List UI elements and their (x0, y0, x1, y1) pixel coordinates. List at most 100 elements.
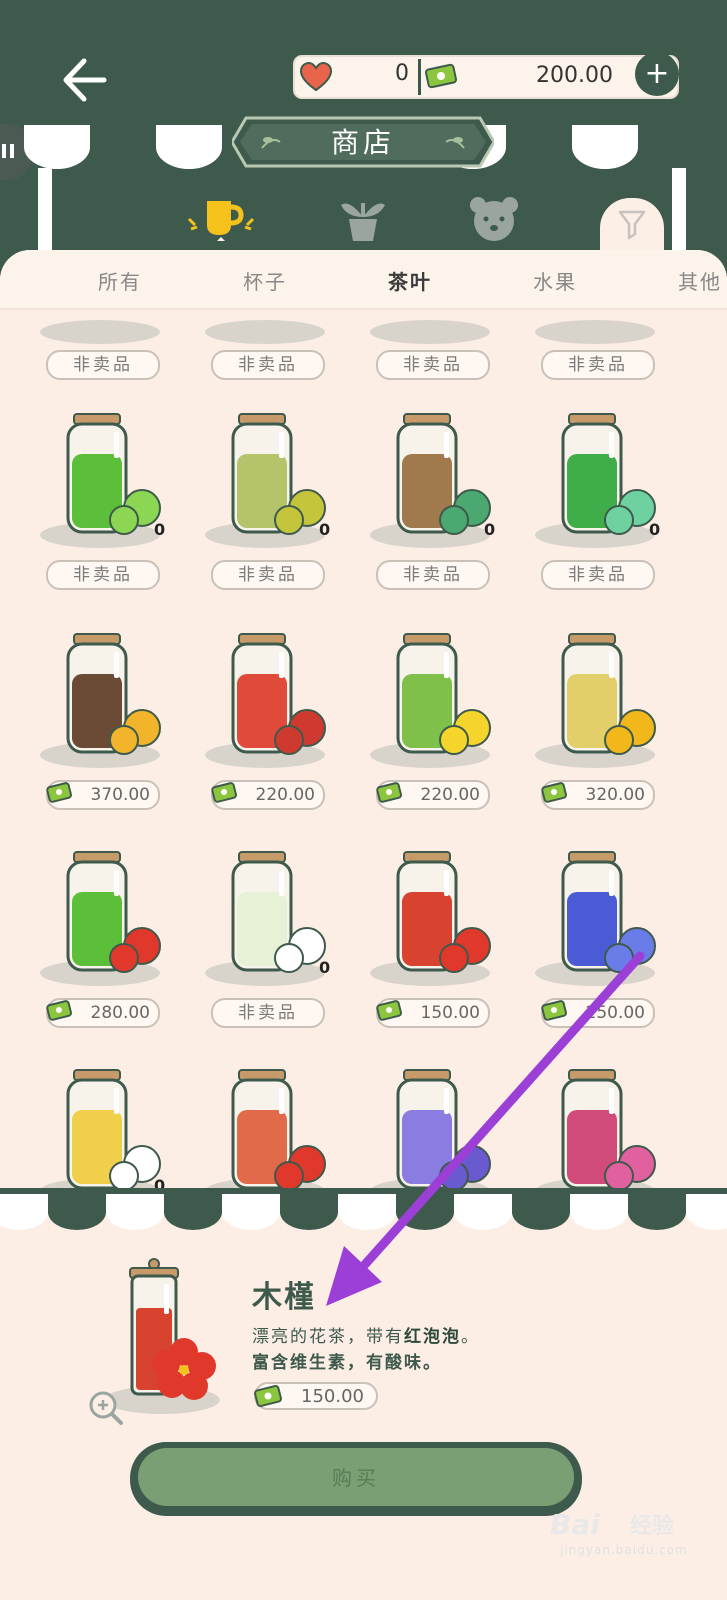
bottom-awning (0, 1188, 727, 1230)
watermark-text: 经验 (630, 1514, 675, 1539)
lemongrass-jar-jar-icon (561, 413, 656, 535)
bear-icon (470, 197, 518, 241)
tab-tea-leaves[interactable]: 茶叶 (388, 266, 432, 295)
price-text: 320.00 (585, 785, 645, 805)
hibiscus-jar-icon (396, 851, 491, 973)
not-for-sale-label: 非卖品 (46, 350, 160, 380)
money-icon (376, 782, 402, 803)
price-text: 150.00 (420, 1003, 480, 1023)
price-tag: 220.00 (211, 780, 325, 810)
buy-button[interactable]: 购买 (138, 1448, 574, 1506)
item-card-butterfly-pea[interactable]: 250.00 (535, 848, 695, 1058)
lemon-jar-icon (396, 633, 491, 755)
money-icon (254, 1384, 282, 1408)
owned-count: 0 (484, 520, 496, 539)
price-tag: 150.00 (376, 998, 490, 1028)
item-card-black-tea[interactable]: 370.00 (40, 630, 200, 840)
not-for-sale-label: 非卖品 (211, 350, 325, 380)
item-card-rose[interactable] (205, 1066, 365, 1190)
not-for-sale-label: 非卖品 (211, 560, 325, 590)
money-icon (46, 1000, 72, 1021)
money-icon (425, 63, 458, 89)
item-card-chamomile[interactable]: 0 (40, 1066, 200, 1190)
owned-count: 0 (154, 520, 166, 539)
zoom-button[interactable] (86, 1388, 126, 1428)
price-tag: 220.00 (376, 780, 490, 810)
money-icon (46, 782, 72, 803)
price-text: 非卖品 (73, 565, 133, 585)
filter-icon (618, 210, 646, 240)
item-card-lemon-balm[interactable]: 0 非卖品 (205, 410, 365, 620)
magnifier-icon (89, 1391, 123, 1425)
tab-cups[interactable]: 杯子 (243, 266, 287, 295)
price-text: 280.00 (90, 1003, 150, 1023)
category-toys[interactable] (466, 195, 522, 245)
item-card-strawberry[interactable]: 220.00 (205, 630, 365, 840)
price-text: 250.00 (585, 1003, 645, 1023)
price-text: 非卖品 (568, 565, 628, 585)
price-text: 220.00 (255, 785, 315, 805)
back-button[interactable] (60, 55, 108, 105)
price-tag: 280.00 (46, 998, 160, 1028)
osmanthus-jar-icon (561, 633, 656, 755)
currency-bar: 0 200.00 + (290, 52, 682, 102)
item-card-rose-pink[interactable] (535, 1066, 695, 1190)
category-plants[interactable] (335, 195, 391, 245)
item-description-line1: 漂亮的花茶，带有红泡泡。 (252, 1327, 480, 1347)
not-for-sale-label: 非卖品 (376, 560, 490, 590)
watermark-logo: Bai (550, 1508, 600, 1541)
tab-all[interactable]: 所有 (98, 266, 142, 295)
price-tag: 250.00 (541, 998, 655, 1028)
not-for-sale-label: 非卖品 (376, 350, 490, 380)
item-card-osmanthus[interactable]: 320.00 (535, 630, 695, 840)
item-card-mint[interactable]: 0 非卖品 (40, 410, 200, 620)
item-card-lavender[interactable] (370, 1066, 530, 1190)
awning-post-left (38, 168, 52, 258)
item-card-jasmine[interactable]: 0 非卖品 (205, 848, 365, 1058)
owned-count: 0 (649, 520, 661, 539)
item-card-lemongrass-jar[interactable]: 0 非卖品 (535, 410, 695, 620)
chamomile-jar-icon (66, 1069, 161, 1190)
tab-other[interactable]: 其他 (678, 266, 727, 295)
heart-icon (299, 61, 333, 92)
jar-shadow (40, 320, 160, 344)
money-icon (376, 1000, 402, 1021)
item-card-hibiscus[interactable]: 150.00 (370, 848, 530, 1058)
item-card-apple[interactable]: 280.00 (40, 848, 200, 1058)
price-text: 非卖品 (403, 565, 463, 585)
money-value: 200.00 (536, 63, 613, 88)
item-price: 150.00 (254, 1382, 378, 1410)
item-card-lemon[interactable]: 220.00 (370, 630, 530, 840)
item-grid: 0 非卖品 0 非卖品 0 非卖品 0 非卖品 370.00 220.00 220.00 320.00… (0, 310, 727, 1190)
price-tag: 370.00 (46, 780, 160, 810)
black-tea-jar-icon (66, 633, 161, 755)
watermark-url: jingyan.baidu.com (560, 1543, 688, 1557)
lemon-balm-jar-icon (231, 413, 326, 535)
item-name: 木槿 (252, 1280, 316, 1315)
lemongrass-sack-jar-icon (396, 413, 491, 535)
not-for-sale-label: 非卖品 (541, 560, 655, 590)
category-cups[interactable] (187, 195, 255, 245)
plant-icon (341, 203, 385, 241)
tab-fruit[interactable]: 水果 (533, 266, 577, 295)
price-text: 370.00 (90, 785, 150, 805)
owned-count: 0 (319, 958, 331, 977)
divider (418, 59, 421, 95)
item-description-line2: 富含维生素，有酸味。 (252, 1353, 442, 1373)
jar-shadow (205, 320, 325, 344)
item-card-lemongrass-sack[interactable]: 0 非卖品 (370, 410, 530, 620)
price-text: 非卖品 (238, 565, 298, 585)
lavender-jar-icon (396, 1069, 491, 1190)
butterfly-pea-jar-icon (561, 851, 656, 973)
tab-bar: 所有 杯子 茶叶 水果 其他 (0, 250, 727, 310)
price-tag: 320.00 (541, 780, 655, 810)
awning-post-right (672, 168, 686, 258)
jar-shadow (535, 320, 655, 344)
rose-pink-jar-icon (561, 1069, 656, 1190)
price-text: 非卖品 (238, 1003, 298, 1023)
jar-shadow (370, 320, 490, 344)
money-icon (541, 782, 567, 803)
add-money-button[interactable]: + (635, 52, 679, 96)
hearts-value: 0 (395, 61, 409, 86)
money-icon (211, 782, 237, 803)
